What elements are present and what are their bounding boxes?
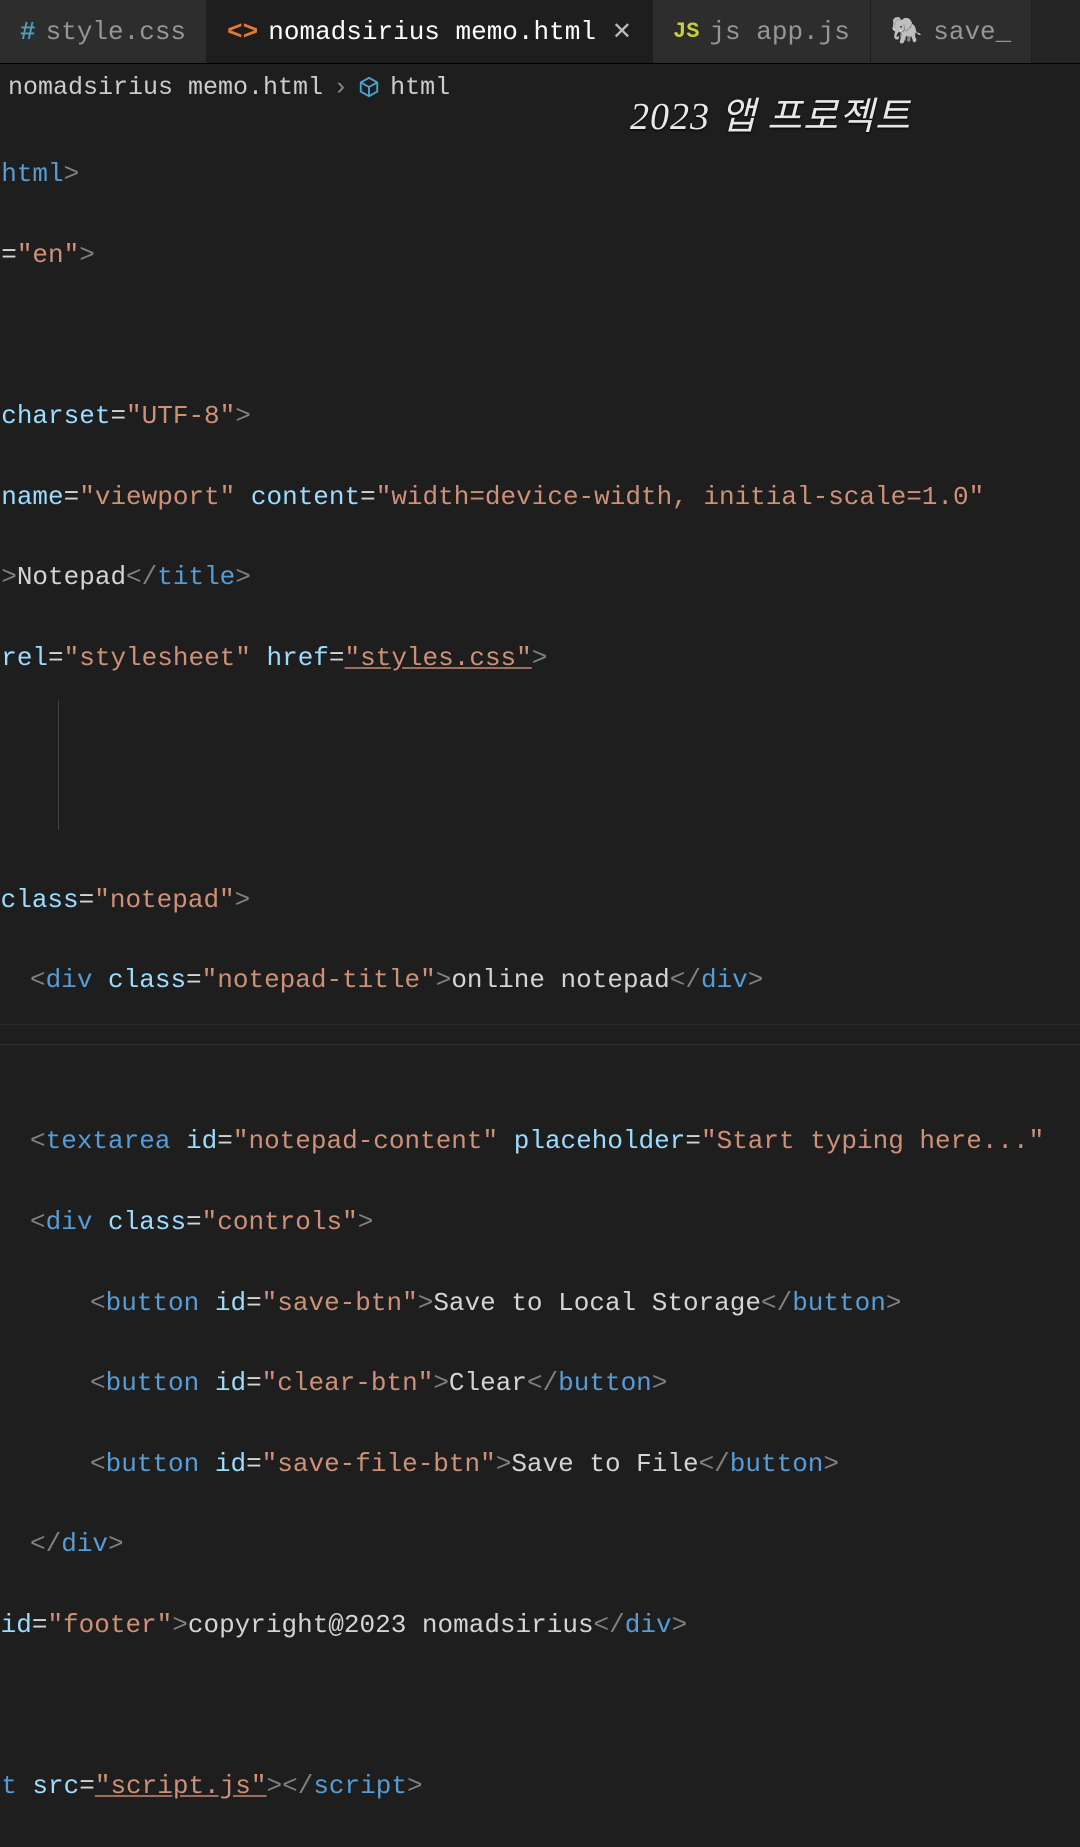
breadcrumb-file[interactable]: nomadsirius memo.html [8,73,323,102]
breadcrumb-symbol[interactable]: html [390,73,450,102]
tab-label: js app.js [709,17,849,47]
status-bar [0,1044,1080,1080]
tab-memo-html[interactable]: <> nomadsirius memo.html ✕ [207,0,653,63]
tab-label: style.css [46,17,186,47]
chevron-right-icon: › [333,73,348,102]
tab-js-app[interactable]: JS js app.js [653,0,871,63]
tab-bar: # style.css <> nomadsirius memo.html ✕ J… [0,0,1080,64]
tab-save-php[interactable]: 🐘 save_ [871,0,1032,63]
breadcrumb: nomadsirius memo.html › html [0,64,1080,110]
symbol-icon [358,76,380,98]
overlay-title: 2023 앱 프로젝트 [630,85,911,140]
editor-divider [0,1024,1080,1044]
tab-label: save_ [933,17,1011,47]
tab-label: nomadsirius memo.html [268,17,596,47]
hash-icon: # [20,17,36,47]
close-icon[interactable]: ✕ [612,17,632,47]
php-icon: 🐘 [891,16,923,47]
code-icon: <> [227,17,258,47]
code-editor[interactable]: E html> ng="en"> a charset="UTF-8"> a na… [0,110,1080,1847]
tab-style-css[interactable]: # style.css [0,0,207,63]
indent-guide [58,700,59,830]
js-icon: JS [673,19,699,44]
